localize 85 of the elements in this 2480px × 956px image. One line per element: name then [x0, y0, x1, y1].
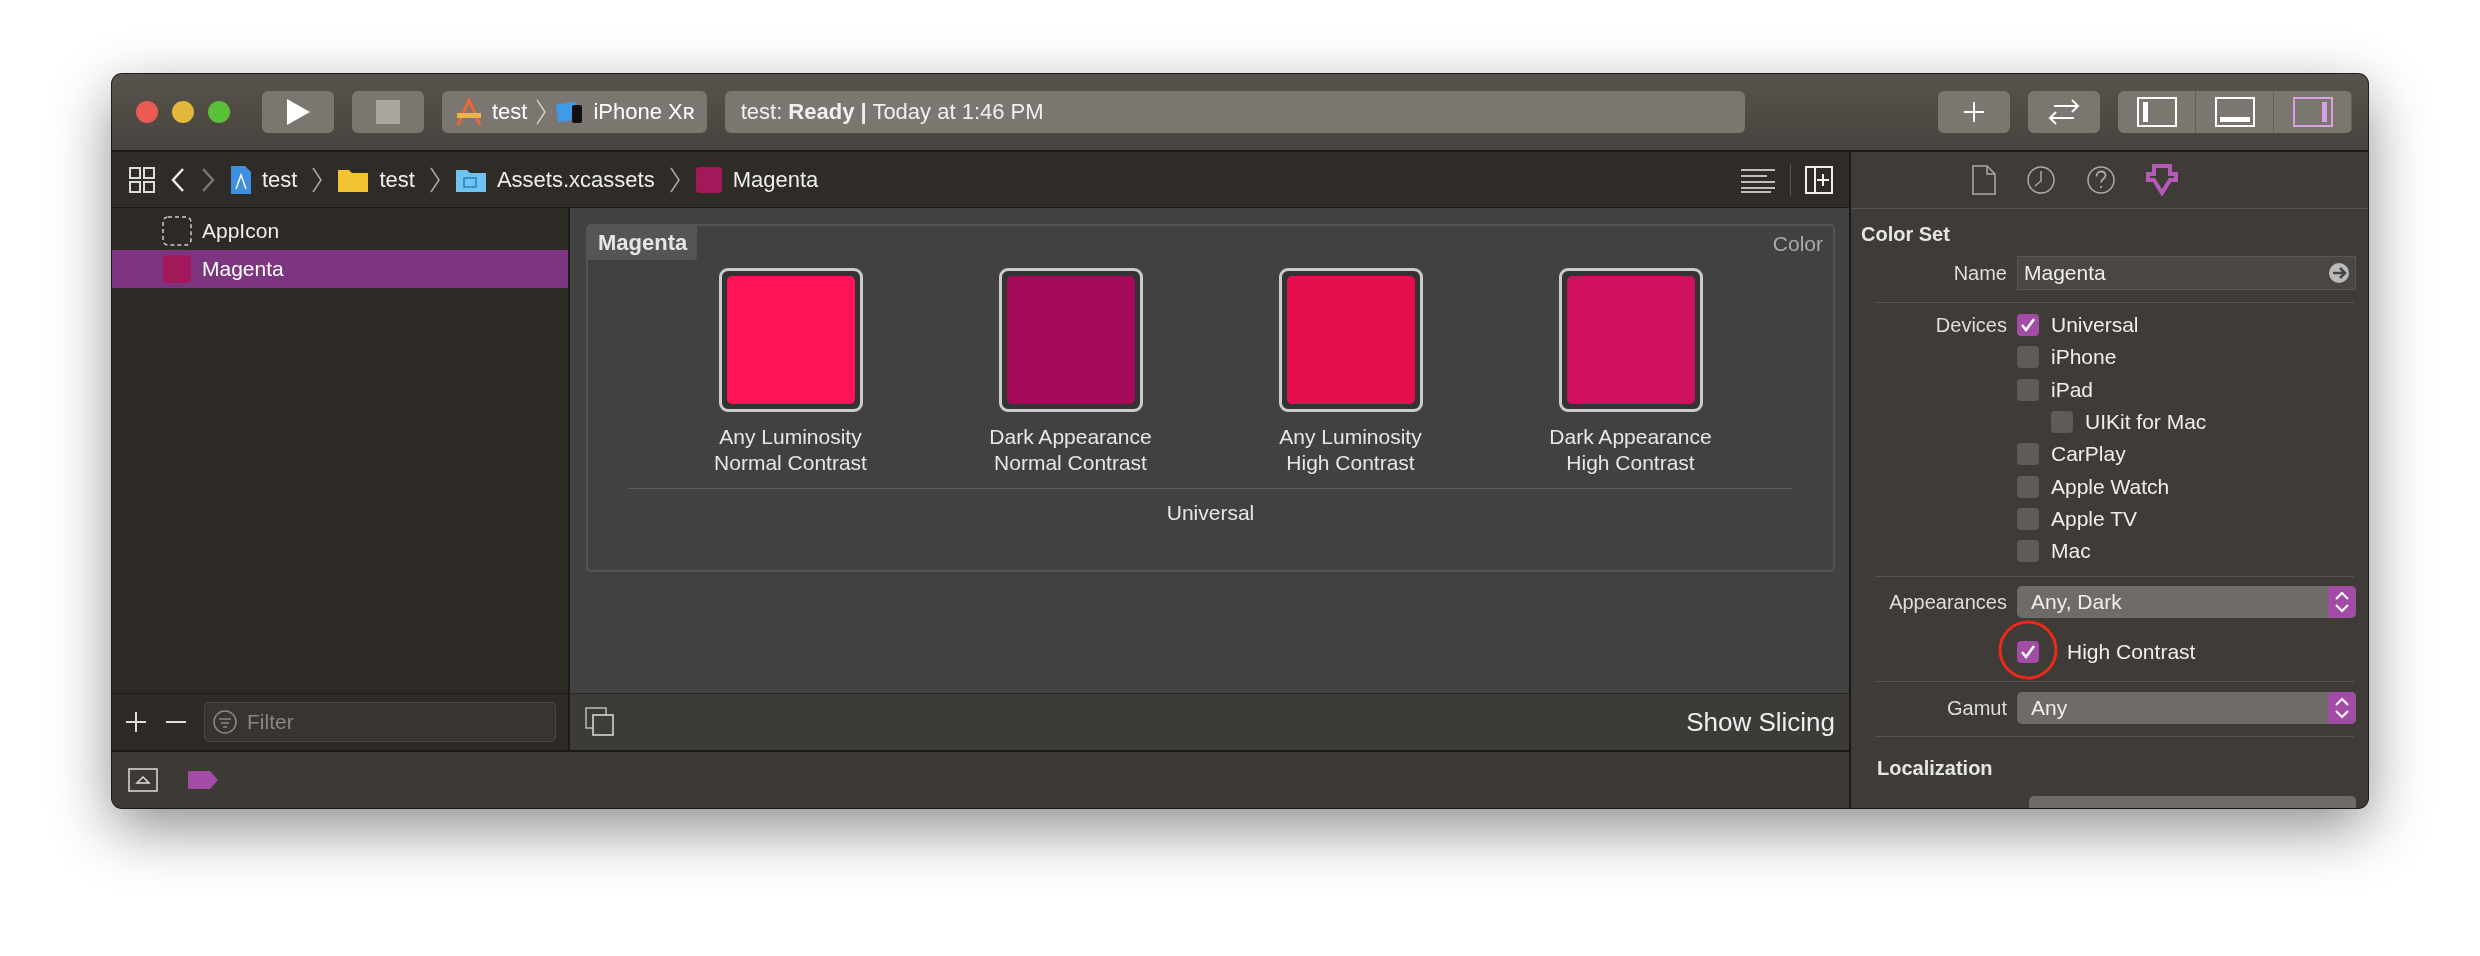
attributes-inspector-tab[interactable] [2145, 164, 2178, 196]
run-button[interactable] [262, 91, 334, 133]
checkbox-label: Mac [2051, 539, 2091, 564]
show-slicing-button[interactable]: Show Slicing [1686, 706, 1835, 738]
clock-icon [2025, 165, 2056, 195]
panel-layout-icon [2136, 97, 2177, 127]
checkbox-label: CarPlay [2051, 442, 2126, 467]
close-button[interactable] [136, 101, 158, 123]
plus-icon [1962, 100, 1986, 124]
hammer-app-icon [454, 97, 484, 127]
checkbox-label: Apple TV [2051, 507, 2137, 531]
add-button[interactable] [1938, 91, 2010, 133]
filter-field[interactable]: Filter [204, 702, 556, 742]
name-field[interactable]: Magenta [2017, 256, 2356, 290]
breadcrumb-item[interactable]: test [337, 166, 415, 193]
checkbox[interactable] [2017, 475, 2039, 498]
checkbox[interactable] [2017, 378, 2039, 401]
checkbox[interactable] [2017, 640, 2039, 663]
history-inspector-tab[interactable] [2025, 165, 2056, 195]
asset-type-label: Color [1771, 231, 1824, 257]
arrow-circle-icon [2328, 262, 2350, 284]
play-icon [284, 97, 312, 127]
color-swatch[interactable] [718, 268, 863, 412]
swatch-label: Any Luminosity High Contrast [1279, 424, 1422, 476]
minimize-button[interactable] [172, 101, 194, 123]
stacked-squares-icon[interactable] [584, 706, 616, 738]
checkbox[interactable] [2017, 443, 2039, 466]
help-inspector-tab[interactable] [2085, 165, 2116, 195]
annotation-circle [1998, 620, 2058, 681]
zoom-button[interactable] [208, 101, 230, 123]
color-swatch[interactable] [1558, 268, 1703, 412]
activity-status: test: Ready | Today at 1:46 PM [724, 91, 1745, 133]
grid-icon [128, 165, 156, 194]
field-label: Devices [1935, 313, 2007, 336]
checkbox-label: Universal [2051, 313, 2139, 338]
plus-icon[interactable] [124, 710, 148, 734]
swap-button[interactable] [2028, 91, 2100, 133]
swatch-label: Dark Appearance High Contrast [1549, 424, 1712, 476]
checkbox-label: Apple Watch [2051, 474, 2170, 499]
checkbox[interactable] [2017, 314, 2039, 337]
checkbox-label: iPhone [2051, 345, 2117, 370]
breadcrumb-item[interactable]: test [230, 164, 298, 195]
appearances-dropdown[interactable]: Any, Dark [2017, 586, 2356, 619]
up-down-chevron-icon [2334, 695, 2350, 721]
asset-list-item[interactable]: AppIcon [112, 212, 568, 250]
chevron-icon [535, 97, 548, 127]
gamut-dropdown[interactable]: Any [2017, 692, 2356, 724]
stop-icon [376, 100, 400, 124]
help-icon [2085, 165, 2116, 195]
color-swatch-icon [162, 254, 192, 284]
field-label: Gamut [1945, 696, 2008, 720]
asset-list-item[interactable]: Magenta [112, 250, 568, 288]
add-editor-icon[interactable] [1805, 165, 1833, 194]
color-swatch-icon [694, 165, 723, 194]
tag-icon[interactable] [188, 771, 218, 789]
filter-icon [212, 709, 238, 735]
breadcrumb-item[interactable]: Magenta [694, 165, 819, 194]
group-label: Universal [1165, 501, 1256, 525]
breadcrumb-item[interactable]: Assets.xcassets [454, 166, 655, 193]
document-icon [1971, 165, 1996, 195]
asset-title: Magenta [588, 226, 698, 260]
panel-layout-icon [2214, 97, 2255, 127]
color-swatch[interactable] [1278, 268, 1423, 412]
show-debug-area-icon[interactable] [128, 768, 158, 792]
field-label: Name [1952, 261, 2008, 285]
section-heading: Color Set [1860, 222, 1951, 247]
checkbox-label: iPad [2051, 377, 2094, 402]
swatch-label: Dark Appearance Normal Contrast [989, 424, 1152, 476]
document-icon [230, 164, 252, 195]
checkbox[interactable] [2051, 411, 2073, 433]
checkbox-label: UIKit for Mac [2085, 410, 2207, 434]
section-heading: Localization [1876, 755, 1994, 781]
checkbox-label: High Contrast [2067, 639, 2196, 664]
checkbox[interactable] [2017, 508, 2039, 530]
dashed-square-icon [162, 216, 192, 246]
checkbox[interactable] [2017, 346, 2039, 369]
lines-icon[interactable] [1740, 166, 1776, 193]
swatch-label: Any Luminosity Normal Contrast [714, 424, 867, 476]
field-label: Appearances [1888, 590, 2008, 614]
color-swatch[interactable] [998, 268, 1143, 412]
checkbox[interactable] [2017, 540, 2039, 563]
scheme-selector[interactable]: test iPhone Xʀ [442, 91, 707, 133]
attributes-icon [2145, 164, 2178, 196]
panel-layout-icon [2292, 97, 2333, 127]
file-inspector-tab[interactable] [1971, 165, 1996, 195]
